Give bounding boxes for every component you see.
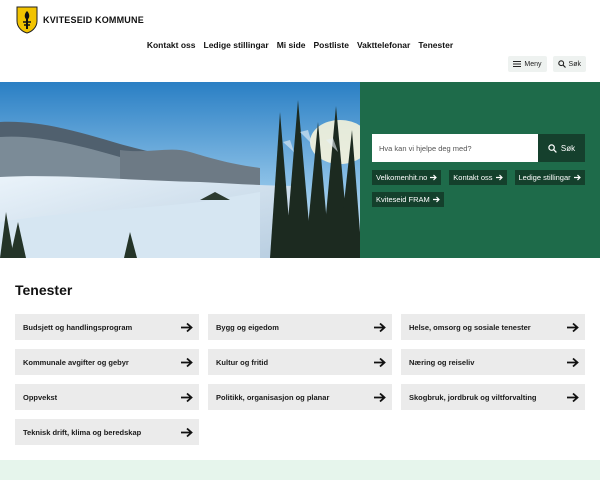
service-card-label: Politikk, organisasjon og planar — [216, 392, 330, 402]
service-card-skogbruk[interactable]: Skogbruk, jordbruk og viltforvalting — [401, 384, 585, 410]
arrow-right-icon — [573, 174, 581, 181]
hamburger-icon — [513, 61, 522, 67]
quick-link-label: Kontakt oss — [453, 173, 493, 182]
quick-link-velkomenhit[interactable]: Velkomenhit.no — [372, 170, 442, 185]
site-header: KVITESEID KOMMUNE Kontakt oss Ledige sti… — [0, 0, 600, 82]
quick-link-label: Velkomenhit.no — [376, 173, 428, 182]
service-card-helse[interactable]: Helse, omsorg og sosiale tenester — [401, 314, 585, 340]
service-card-oppvekst[interactable]: Oppvekst — [15, 384, 199, 410]
header-search-button[interactable]: Søk — [552, 56, 586, 72]
hero-search-input[interactable] — [372, 134, 538, 162]
nav-link-mi-side[interactable]: Mi side — [273, 40, 310, 50]
arrow-right-icon — [567, 392, 579, 402]
site-name: KVITESEID KOMMUNE — [43, 15, 144, 25]
utility-bar: Meny Søk — [508, 56, 586, 72]
services-title: Tenester — [15, 282, 73, 298]
magnifier-icon — [548, 143, 557, 153]
arrow-right-icon — [374, 357, 386, 367]
menu-button[interactable]: Meny — [508, 56, 547, 72]
arrow-right-icon — [432, 196, 440, 203]
service-card-label: Kultur og fritid — [216, 357, 269, 367]
arrow-right-icon — [181, 322, 193, 332]
header-search-label: Søk — [568, 60, 581, 68]
arrow-right-icon — [181, 427, 193, 437]
nav-link-tenester[interactable]: Tenester — [414, 40, 457, 50]
arrow-right-icon — [374, 322, 386, 332]
nav-link-kontakt-oss[interactable]: Kontakt oss — [143, 40, 200, 50]
service-card-label: Næring og reiseliv — [409, 357, 475, 367]
quick-link-label: Kviteseid FRAM — [376, 195, 430, 204]
quick-link-label: Ledige stillingar — [518, 173, 571, 182]
service-card-label: Helse, omsorg og sosiale tenester — [409, 322, 531, 332]
site-logo[interactable]: KVITESEID KOMMUNE — [16, 6, 144, 34]
hero-search-button-label: Søk — [560, 143, 576, 153]
service-card-label: Bygg og eigedom — [216, 322, 279, 332]
arrow-right-icon — [495, 174, 503, 181]
quick-link-ledige-stillingar[interactable]: Ledige stillingar — [514, 170, 585, 185]
top-navigation: Kontakt oss Ledige stillingar Mi side Po… — [0, 40, 600, 50]
municipal-shield-icon — [16, 6, 38, 34]
service-card-label: Budsjett og handlingsprogram — [23, 322, 133, 332]
service-card-avgifter[interactable]: Kommunale avgifter og gebyr — [15, 349, 199, 375]
quick-link-kontakt-oss[interactable]: Kontakt oss — [449, 170, 507, 185]
service-card-teknisk[interactable]: Teknisk drift, klima og beredskap — [15, 419, 199, 445]
service-card-label: Skogbruk, jordbruk og viltforvalting — [409, 392, 537, 402]
quick-link-kviteseid-fram[interactable]: Kviteseid FRAM — [372, 192, 444, 207]
service-card-budsjett[interactable]: Budsjett og handlingsprogram — [15, 314, 199, 340]
arrow-right-icon — [567, 357, 579, 367]
services-grid: Budsjett og handlingsprogram Bygg og eig… — [15, 314, 585, 445]
arrow-right-icon — [567, 322, 579, 332]
service-card-naering[interactable]: Næring og reiseliv — [401, 349, 585, 375]
arrow-right-icon — [430, 174, 438, 181]
arrow-right-icon — [374, 392, 386, 402]
service-card-kultur[interactable]: Kultur og fritid — [208, 349, 392, 375]
service-card-politikk[interactable]: Politikk, organisasjon og planar — [208, 384, 392, 410]
menu-button-label: Meny — [524, 60, 542, 68]
hero-section: Søk Velkomenhit.no Kontakt oss Ledige st… — [0, 82, 600, 258]
service-card-label: Teknisk drift, klima og beredskap — [23, 427, 142, 437]
service-card-label: Oppvekst — [23, 392, 58, 402]
service-card-label: Kommunale avgifter og gebyr — [23, 357, 129, 367]
hero-search-panel: Søk Velkomenhit.no Kontakt oss Ledige st… — [360, 82, 600, 258]
quick-links: Velkomenhit.no Kontakt oss Ledige stilli… — [372, 170, 592, 207]
hero-image — [0, 82, 360, 258]
arrow-right-icon — [181, 392, 193, 402]
service-card-bygg[interactable]: Bygg og eigedom — [208, 314, 392, 340]
nav-link-ledige-stillingar[interactable]: Ledige stillingar — [200, 40, 273, 50]
nav-link-postliste[interactable]: Postliste — [310, 40, 353, 50]
arrow-right-icon — [181, 357, 193, 367]
services-section: Tenester Budsjett og handlingsprogram By… — [0, 258, 600, 460]
magnifier-icon — [557, 60, 566, 68]
hero-search-button[interactable]: Søk — [538, 134, 585, 162]
nav-link-vakttelefonar[interactable]: Vakttelefonar — [353, 40, 414, 50]
footer-band — [0, 460, 600, 480]
